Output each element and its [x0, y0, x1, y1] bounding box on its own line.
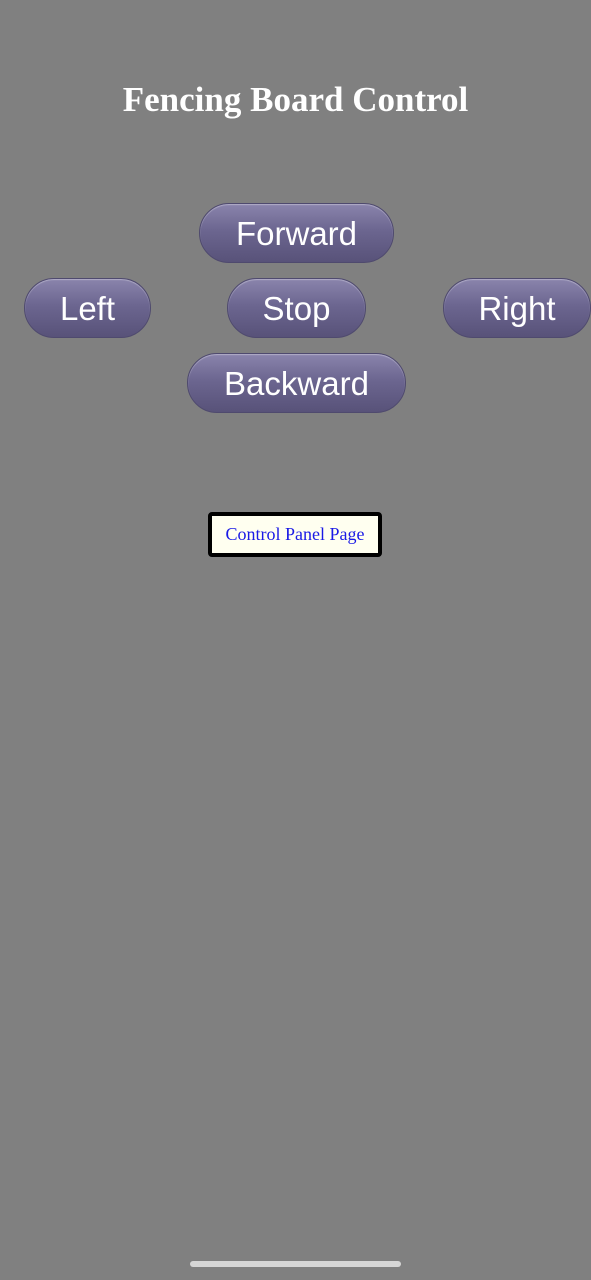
stop-button[interactable]: Stop [227, 278, 366, 338]
right-button[interactable]: Right [443, 278, 591, 338]
home-indicator[interactable] [190, 1261, 401, 1267]
forward-button[interactable]: Forward [199, 203, 394, 263]
control-panel-page-link[interactable]: Control Panel Page [208, 512, 382, 557]
backward-button[interactable]: Backward [187, 353, 406, 413]
left-button[interactable]: Left [24, 278, 151, 338]
page-title: Fencing Board Control [122, 80, 469, 119]
